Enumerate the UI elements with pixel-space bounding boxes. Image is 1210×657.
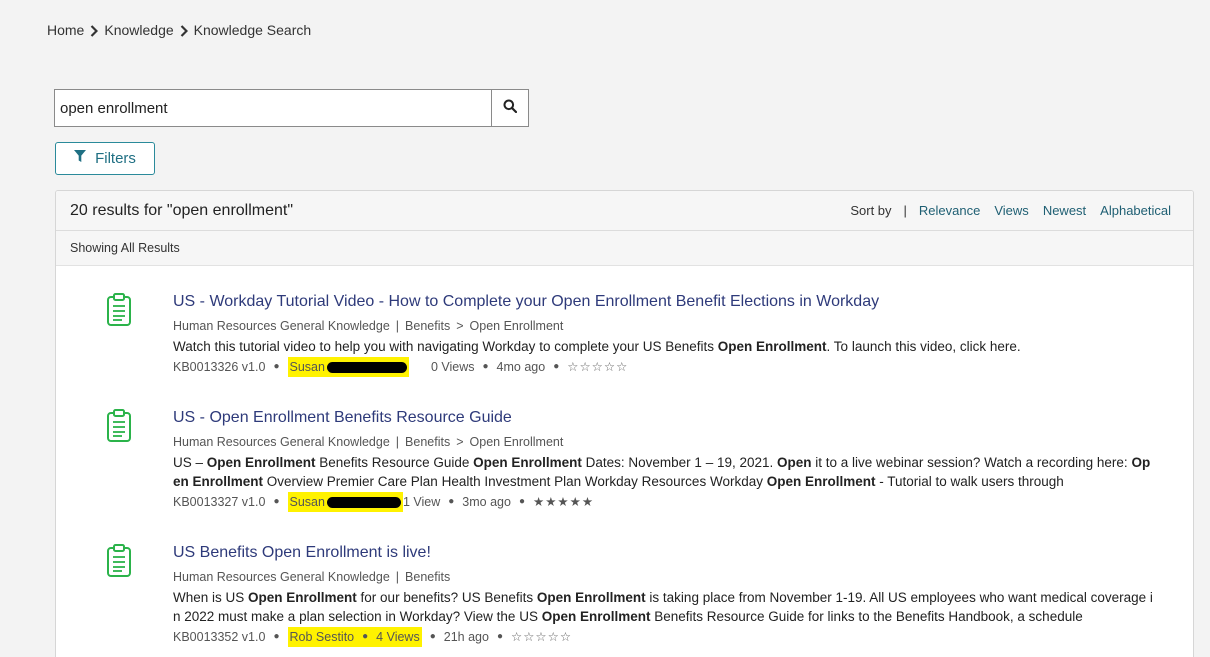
result-title[interactable]: US Benefits Open Enrollment is live!	[173, 542, 1153, 564]
result-snippet: Watch this tutorial video to help you wi…	[173, 337, 1153, 356]
sort-views[interactable]: Views	[994, 203, 1028, 218]
result-author[interactable]: Rob Sestito	[287, 627, 357, 647]
snippet-text: Overview Premier Care Plan Health Invest…	[263, 474, 767, 489]
result-subcategory[interactable]: Open Enrollment	[470, 319, 564, 333]
snippet-text: US –	[173, 455, 207, 470]
sort-alphabetical[interactable]: Alphabetical	[1100, 203, 1171, 218]
results-panel: 20 results for "open enrollment" Sort by…	[55, 190, 1194, 657]
document-icon	[106, 409, 132, 448]
result-age: 3mo ago	[462, 495, 511, 509]
sort-newest[interactable]: Newest	[1043, 203, 1086, 218]
result-views: 4 Views	[374, 627, 422, 647]
result-rating: ☆☆☆☆☆	[567, 360, 629, 374]
snippet-match: Open Enrollment	[206, 455, 316, 470]
breadcrumb-home[interactable]: Home	[47, 22, 84, 38]
result-author[interactable]: Susan	[287, 357, 409, 377]
result-title[interactable]: US - Workday Tutorial Video - How to Com…	[173, 291, 1153, 313]
snippet-match: Open Enrollment	[717, 339, 827, 354]
result-number: KB0013326 v1.0	[173, 360, 266, 374]
breadcrumb-knowledge[interactable]: Knowledge	[104, 22, 173, 38]
snippet-match: Open	[777, 455, 812, 470]
snippet-text: - Tutorial to walk users through	[875, 474, 1064, 489]
result-rating: ☆☆☆☆☆	[511, 630, 573, 644]
search-input[interactable]	[54, 89, 491, 127]
result-category[interactable]: Benefits	[405, 570, 450, 584]
breadcrumb: Home Knowledge Knowledge Search	[47, 22, 311, 38]
result-number: KB0013327 v1.0	[173, 495, 266, 509]
result-category-path: Human Resources General Knowledge | Benefi…	[173, 570, 451, 584]
result-number: KB0013352 v1.0	[173, 630, 266, 644]
result-title[interactable]: US - Open Enrollment Benefits Resource G…	[173, 407, 1153, 429]
result-rating: ★★★★★	[533, 495, 595, 509]
result-kb[interactable]: Human Resources General Knowledge	[173, 570, 390, 584]
snippet-match: Open Enrollment	[248, 590, 357, 605]
snippet-text: When is US	[173, 590, 249, 605]
sort-label: Sort by	[850, 203, 892, 218]
snippet-text: Watch this tutorial video to help you wi…	[173, 339, 718, 354]
snippet-match: Open Enrollment	[541, 609, 651, 624]
result-category-path: Human Resources General Knowledge | Benefi…	[173, 319, 564, 333]
document-icon	[106, 544, 132, 583]
search-button[interactable]	[491, 89, 529, 127]
showing-all-results: Showing All Results	[56, 231, 1193, 266]
result-meta: KB0013326 v1.0 ● Susan 0 Views ● 4mo ago…	[173, 357, 1153, 377]
snippet-text: . To launch this video, click here.	[826, 339, 1021, 354]
chevron-right-icon	[174, 22, 194, 38]
result-category[interactable]: Benefits	[405, 435, 450, 449]
result-author[interactable]: Susan	[287, 492, 403, 512]
result-views: 0 Views	[430, 360, 475, 374]
result-views: 1 View	[402, 495, 441, 509]
chevron-right-icon	[84, 22, 104, 38]
filters-label: Filters	[95, 150, 136, 167]
filter-icon	[74, 150, 95, 167]
snippet-text: Dates: November 1 – 19, 2021.	[581, 455, 778, 470]
result-kb[interactable]: Human Resources General Knowledge	[173, 435, 390, 449]
result-category-path: Human Resources General Knowledge | Benefi…	[173, 435, 564, 449]
result-category[interactable]: Benefits	[405, 319, 450, 333]
search-icon	[503, 99, 518, 118]
results-header: 20 results for "open enrollment" Sort by…	[56, 191, 1193, 231]
results-count: 20 results for "open enrollment"	[70, 201, 294, 219]
snippet-text: Benefits Resource Guide	[315, 455, 474, 470]
breadcrumb-knowledge-search: Knowledge Search	[193, 22, 312, 38]
snippet-match: Open Enrollment	[473, 455, 582, 470]
result-subcategory[interactable]: Open Enrollment	[470, 435, 564, 449]
snippet-text: for our benefits? US Benefits	[356, 590, 537, 605]
document-icon	[106, 293, 132, 332]
result-meta: KB0013327 v1.0 ● Susan 1 View ● 3mo ago …	[173, 492, 1153, 512]
snippet-text: it to a live webinar session? Watch a re…	[811, 455, 1132, 470]
result-snippet: When is US Open Enrollment for our benef…	[173, 588, 1153, 626]
snippet-match: Open Enrollment	[766, 474, 876, 489]
snippet-match: Open Enrollment	[536, 590, 646, 605]
result-snippet: US – Open Enrollment Benefits Resource G…	[173, 453, 1153, 491]
result-kb[interactable]: Human Resources General Knowledge	[173, 319, 390, 333]
search-box	[54, 89, 529, 127]
sort-options: Sort by | Relevance Views Newest Alphabe…	[850, 203, 1171, 218]
result-age: 4mo ago	[496, 360, 546, 374]
result-age: 21h ago	[443, 630, 489, 644]
sort-relevance[interactable]: Relevance	[919, 203, 980, 218]
filters-button[interactable]: Filters	[55, 142, 155, 175]
snippet-text: Benefits Resource Guide for links to the…	[650, 609, 1083, 624]
sort-divider: |	[903, 203, 907, 218]
result-meta: KB0013352 v1.0 ● Rob Sestito ● 4 Views ●…	[173, 627, 1153, 647]
